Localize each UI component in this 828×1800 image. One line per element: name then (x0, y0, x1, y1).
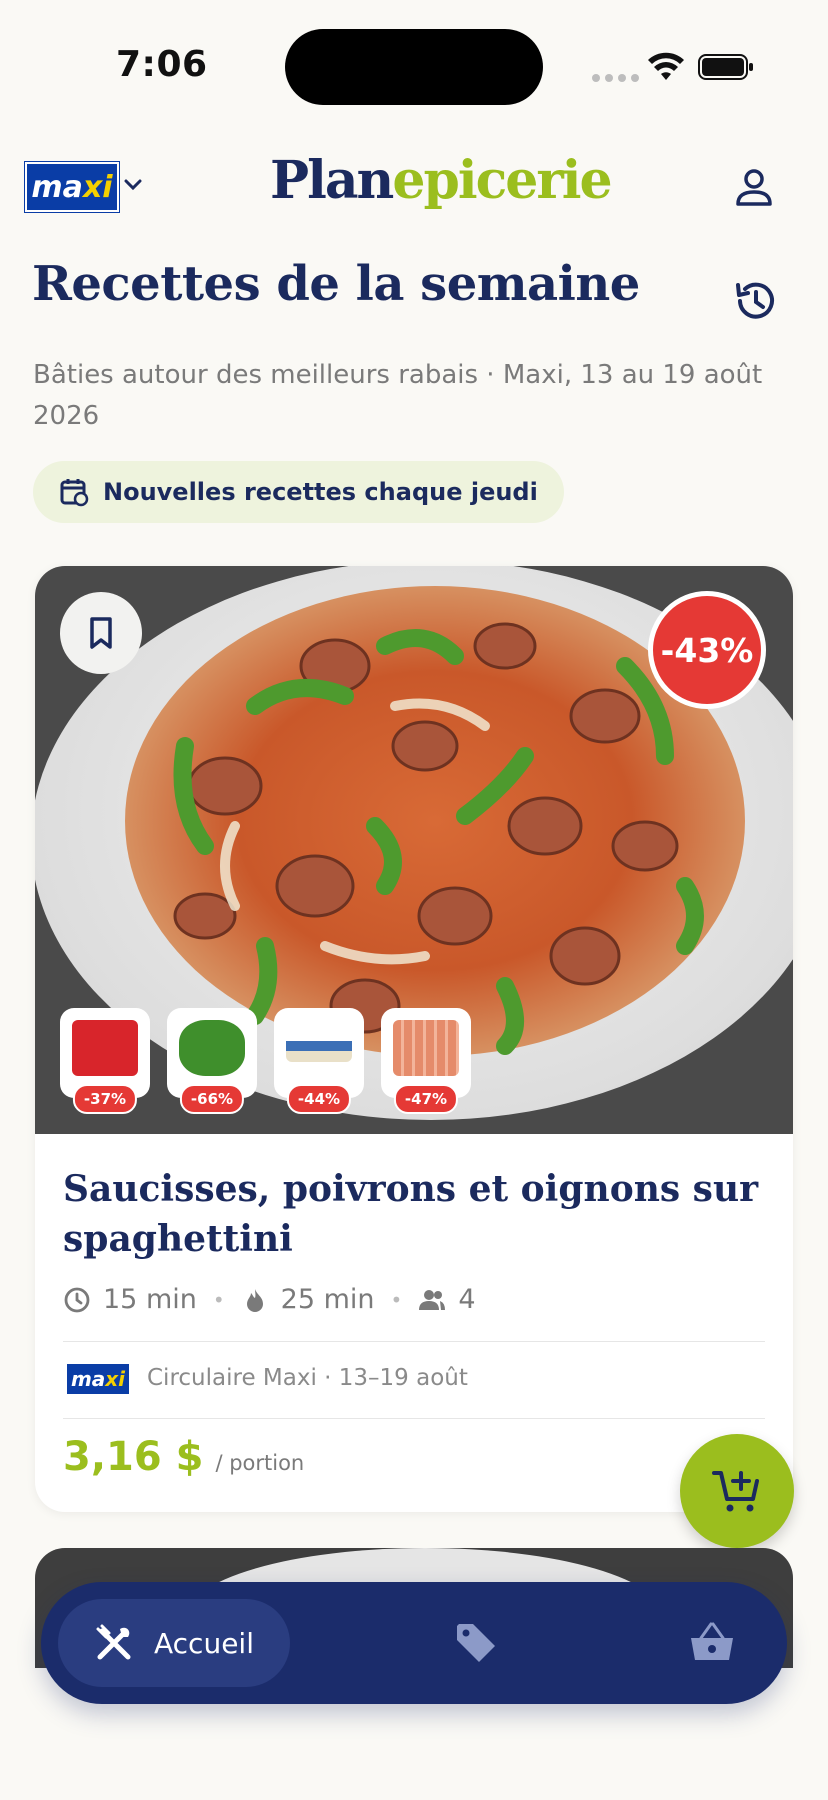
status-time: 7:06 (116, 44, 208, 85)
clock-icon (64, 1287, 90, 1312)
page-subtitle: Bâties autour des meilleurs rabais · Max… (33, 360, 763, 431)
recipe-photo: -43% -37% -66% -44% -47% (35, 566, 793, 1134)
ingredient-image (393, 1020, 459, 1076)
ingredient-discount: -44% (286, 1084, 352, 1114)
flame-icon (246, 1288, 263, 1312)
ingredient-image (72, 1020, 138, 1076)
bottom-nav: Accueil (41, 1582, 787, 1704)
weekly-info-pill: Nouvelles recettes chaque jeudi (33, 461, 564, 523)
store-logo[interactable]: ma xi (25, 162, 119, 212)
ingredient-thumbnail[interactable]: -44% (274, 1008, 364, 1114)
cart-plus-icon (712, 1471, 759, 1512)
discount-badge: -43% (648, 591, 766, 709)
recipe-title[interactable]: Saucisses, poivrons et oignons sur spagh… (63, 1164, 763, 1264)
divider (63, 1418, 765, 1419)
history-icon[interactable] (730, 276, 780, 326)
utensils-icon (96, 1624, 131, 1660)
ingredient-image (179, 1020, 245, 1076)
ingredient-discount: -66% (179, 1084, 245, 1114)
recipe-meta: 15 min • 25 min • 4 (63, 1284, 476, 1315)
prep-time: 15 min (103, 1284, 197, 1315)
divider (63, 1341, 765, 1342)
ingredient-discount: -47% (393, 1084, 459, 1114)
separator-dot: • (212, 1287, 225, 1312)
cook-time: 25 min (280, 1284, 375, 1315)
ingredient-thumbnail[interactable]: -37% (60, 1008, 150, 1114)
ingredient-image (286, 1034, 352, 1062)
pill-label: Nouvelles recettes chaque jeudi (103, 478, 538, 506)
ingredient-thumbnail[interactable]: -66% (167, 1008, 257, 1114)
tag-icon (457, 1624, 495, 1662)
source-flyer-text: Circulaire Maxi · 13–19 août (147, 1365, 468, 1391)
nav-deals-tab[interactable] (453, 1620, 499, 1666)
bookmark-button[interactable] (60, 592, 142, 674)
separator-dot: • (390, 1287, 403, 1312)
wifi-icon (648, 52, 684, 80)
calendar-refresh-icon (60, 479, 89, 507)
battery-icon (698, 54, 753, 80)
recipe-card[interactable]: -43% -37% -66% -44% -47% Saucisses, poiv… (35, 566, 793, 1512)
nav-home-tab[interactable]: Accueil (58, 1599, 290, 1687)
chevron-down-icon[interactable] (122, 174, 144, 196)
nav-basket-tab[interactable] (689, 1620, 735, 1666)
source-store-logo: ma xi (67, 1364, 129, 1394)
brand-logo: Planepicerie (270, 150, 613, 211)
ingredient-thumbnail[interactable]: -47% (381, 1008, 471, 1114)
dynamic-island (285, 29, 543, 105)
profile-icon[interactable] (730, 164, 778, 212)
servings-count: 4 (458, 1284, 476, 1315)
price-per-portion: 3,16 $ / portion (63, 1434, 304, 1480)
nav-home-label: Accueil (154, 1626, 254, 1660)
ingredient-thumbnails: -37% -66% -44% -47% (60, 1008, 471, 1114)
cellular-signal-icon (592, 74, 639, 82)
bookmark-icon (90, 617, 112, 649)
add-to-cart-button[interactable] (680, 1434, 794, 1548)
servings-icon (419, 1289, 446, 1310)
ingredient-discount: -37% (72, 1084, 138, 1114)
page-title: Recettes de la semaine (32, 256, 640, 312)
price-unit: / portion (215, 1451, 305, 1475)
price-amount: 3,16 $ (63, 1434, 204, 1480)
